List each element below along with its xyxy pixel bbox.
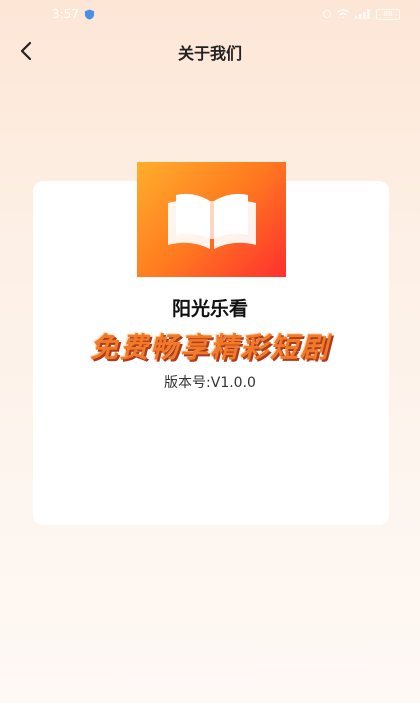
page-title: 关于我们 [177, 44, 242, 63]
status-right: 89 [323, 8, 400, 20]
nav-bar: 关于我们 [0, 30, 420, 72]
status-time: 3:57 [52, 7, 79, 21]
shield-icon [84, 8, 95, 20]
alarm-icon [323, 10, 331, 18]
wifi-icon [336, 9, 350, 19]
app-name: 阳光乐看 [171, 298, 248, 320]
signal-icon [355, 9, 370, 19]
version-label: 版本号:V1.0.0 [164, 375, 256, 391]
battery-level: 89 [383, 9, 393, 18]
status-bar: 3:57 89 [0, 0, 420, 28]
status-left: 3:57 [52, 7, 95, 21]
app-logo [137, 162, 286, 277]
battery-icon: 89 [376, 8, 400, 20]
open-book-icon [167, 193, 256, 249]
app-slogan: 免费畅享精彩短剧 [89, 331, 330, 364]
